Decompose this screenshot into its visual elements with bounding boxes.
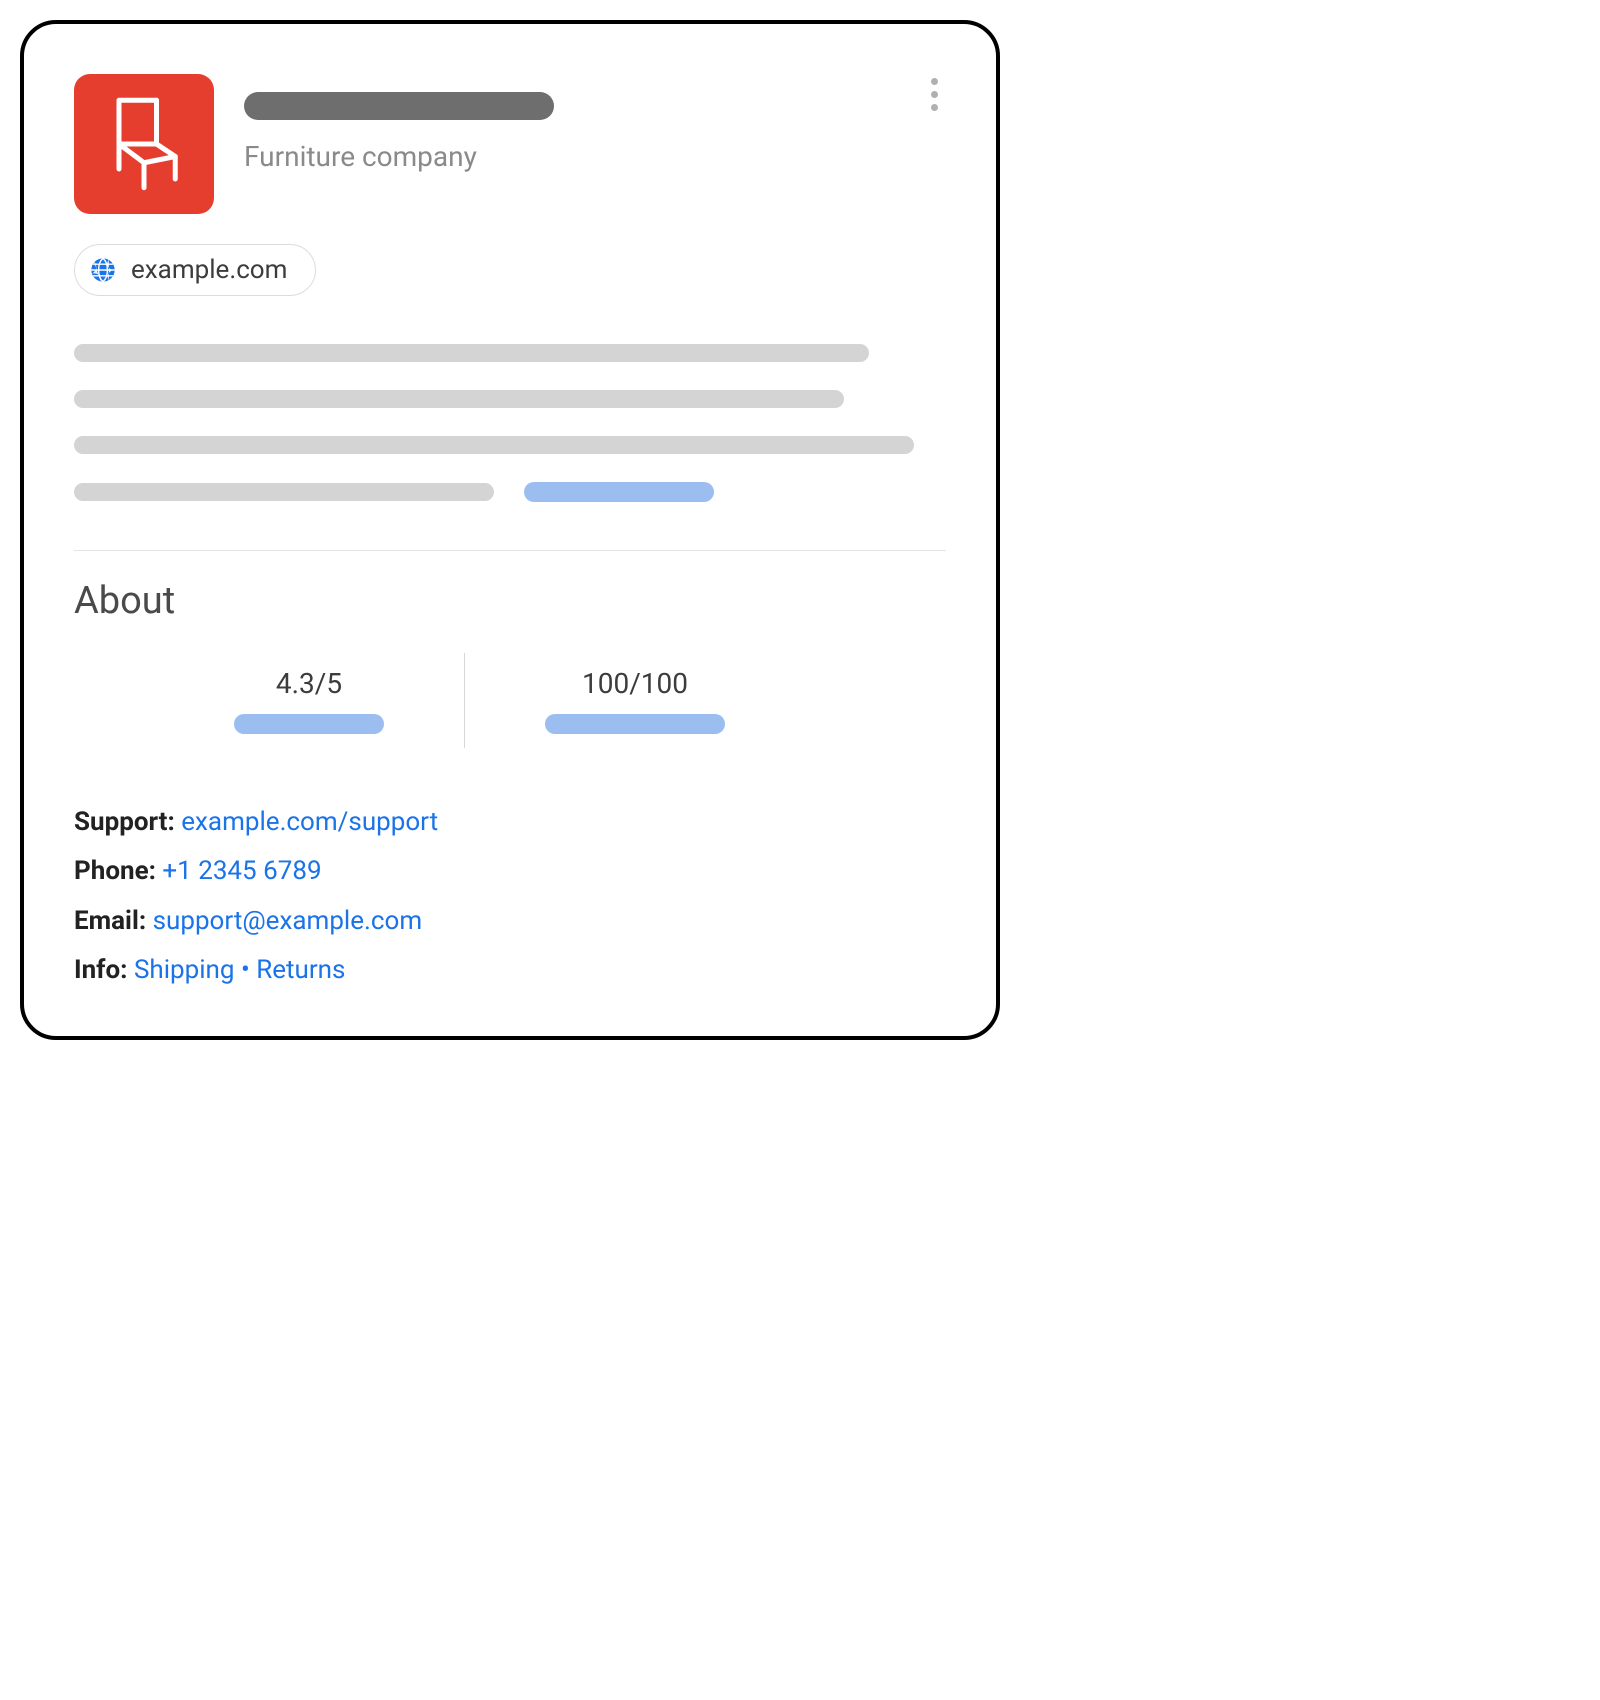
website-chip-text: example.com [131,255,287,285]
text-placeholder-line [74,344,869,362]
company-category: Furniture company [244,140,946,173]
info-label: Info: [74,955,128,985]
description-placeholder-block [74,344,946,502]
more-options-icon[interactable] [922,74,946,115]
rating-stat: 4.3/5 [234,667,384,734]
stats-row: 4.3/5 100/100 [74,653,946,748]
score-label-placeholder[interactable] [545,714,725,734]
shipping-link[interactable]: Shipping [134,955,235,985]
website-chip[interactable]: example.com [74,244,316,296]
phone-link[interactable]: +1 2345 6789 [162,856,321,886]
rating-value: 4.3/5 [276,667,342,700]
title-block: Furniture company [244,74,946,173]
panel-header: Furniture company [74,74,946,214]
about-heading: About [74,579,946,623]
email-label: Email: [74,906,146,936]
text-placeholder-line [74,436,914,454]
support-link[interactable]: example.com/support [181,807,438,837]
text-placeholder-line [74,483,494,501]
info-row: Info: Shipping • Returns [74,946,946,995]
chair-icon [104,94,184,194]
phone-label: Phone: [74,856,156,886]
email-row: Email: support@example.com [74,897,946,946]
support-row: Support: example.com/support [74,798,946,847]
vertical-divider [464,653,465,748]
section-divider [74,550,946,551]
phone-row: Phone: +1 2345 6789 [74,847,946,896]
score-value: 100/100 [582,667,688,700]
text-placeholder-line [74,390,844,408]
support-label: Support: [74,807,175,837]
returns-link[interactable]: Returns [256,955,345,985]
knowledge-panel-card: Furniture company example.com About 4.3/… [20,20,1000,1040]
link-placeholder[interactable] [524,482,714,502]
score-stat: 100/100 [545,667,725,734]
info-separator: • [235,955,257,985]
email-link[interactable]: support@example.com [153,906,423,936]
rating-label-placeholder[interactable] [234,714,384,734]
title-placeholder [244,92,554,120]
globe-icon [89,256,117,284]
company-logo [74,74,214,214]
contact-block: Support: example.com/support Phone: +1 2… [74,798,946,996]
